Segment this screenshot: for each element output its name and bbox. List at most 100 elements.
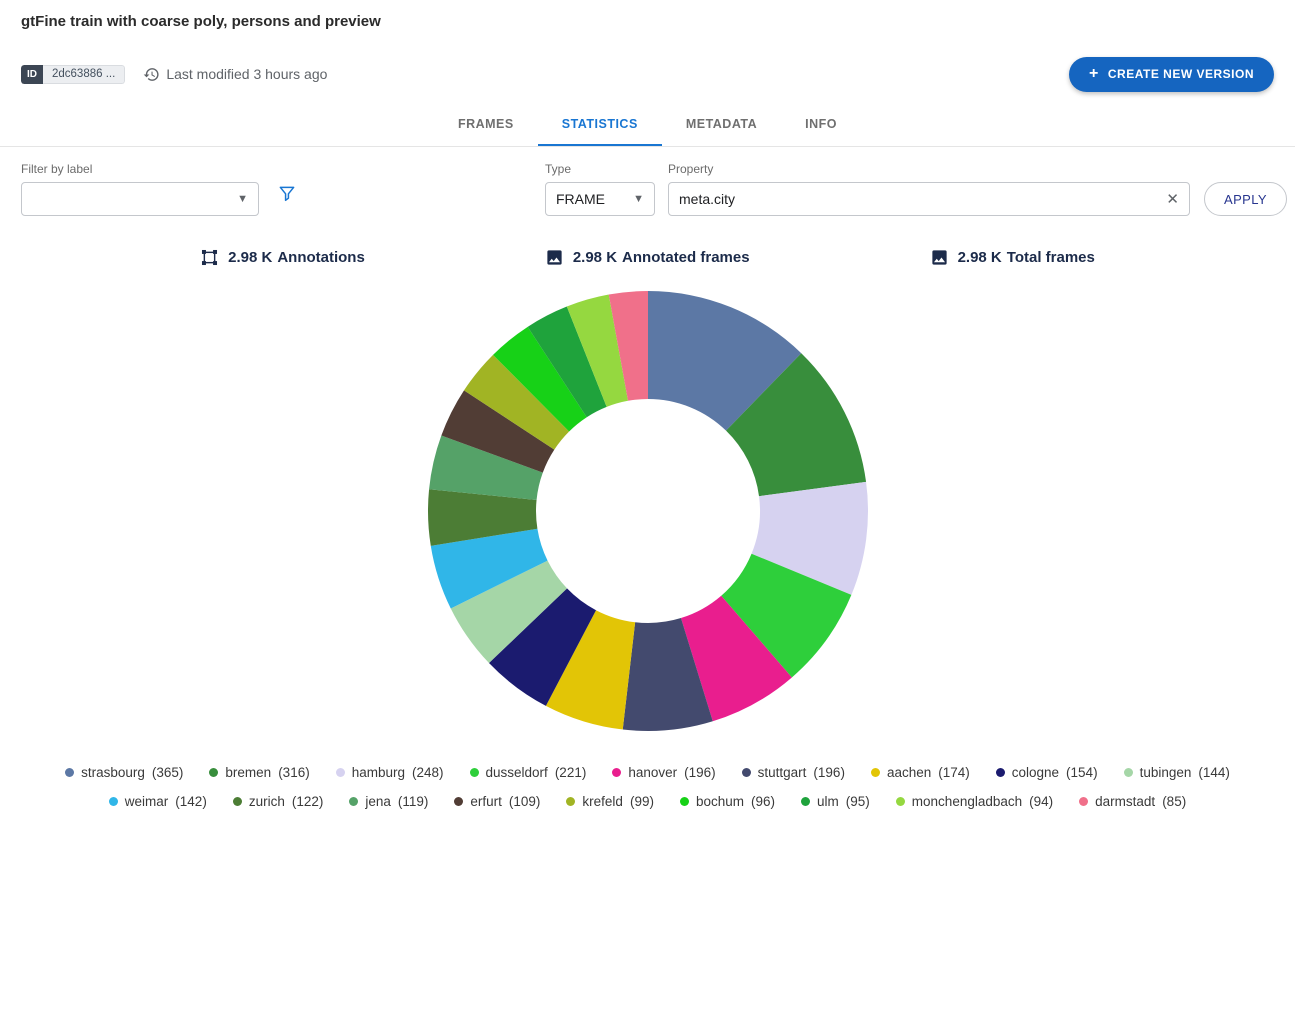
- type-caption: Type: [545, 162, 655, 176]
- filter-funnel-icon[interactable]: [277, 184, 297, 209]
- legend-label: cologne: [1012, 765, 1059, 780]
- create-new-version-label: CREATE NEW VERSION: [1108, 67, 1254, 81]
- filter-by-label-select[interactable]: ▼: [21, 182, 259, 216]
- legend-dot: [1124, 768, 1133, 777]
- legend-item-aachen[interactable]: aachen (174): [871, 765, 970, 780]
- id-value: 2dc63886 ...: [43, 65, 125, 84]
- legend-dot: [896, 797, 905, 806]
- tab-info[interactable]: INFO: [781, 102, 861, 146]
- legend-count: (365): [152, 765, 184, 780]
- legend-label: strasbourg: [81, 765, 145, 780]
- legend-label: tubingen: [1140, 765, 1192, 780]
- tabs-bar: FRAMES STATISTICS METADATA INFO: [0, 102, 1295, 147]
- legend-item-weimar[interactable]: weimar (142): [109, 794, 207, 809]
- legend-dot: [65, 768, 74, 777]
- legend-label: bochum: [696, 794, 744, 809]
- legend-item-ulm[interactable]: ulm(95): [801, 794, 870, 809]
- legend-dot: [801, 797, 810, 806]
- legend-row: strasbourg (365) bremen (316) hamburg(248) du…: [65, 765, 1230, 780]
- chart-area: [0, 285, 1295, 737]
- filter-row: Filter by label ▼ Type FRAME ▼ Property …: [0, 147, 1295, 216]
- legend-item-tubingen[interactable]: tubingen (144): [1124, 765, 1230, 780]
- legend-count: (316): [278, 765, 310, 780]
- legend-item-darmstadt[interactable]: darmstadt (85): [1079, 794, 1186, 809]
- stat-value: 2.98 K: [228, 249, 272, 266]
- property-value: meta.city: [679, 191, 735, 207]
- legend-label: hamburg: [352, 765, 405, 780]
- legend-item-erfurt[interactable]: erfurt (109): [454, 794, 540, 809]
- last-modified: Last modified 3 hours ago: [143, 66, 327, 83]
- legend-item-zurich[interactable]: zurich (122): [233, 794, 324, 809]
- legend-count: (154): [1066, 765, 1098, 780]
- legend-dot: [871, 768, 880, 777]
- create-new-version-button[interactable]: + CREATE NEW VERSION: [1069, 57, 1274, 92]
- legend-count: (174): [938, 765, 970, 780]
- tab-frames[interactable]: FRAMES: [434, 102, 538, 146]
- legend-count: (119): [398, 794, 429, 809]
- legend-item-stuttgart[interactable]: stuttgart(196): [742, 765, 845, 780]
- apply-button[interactable]: APPLY: [1204, 182, 1287, 216]
- legend-label: aachen: [887, 765, 931, 780]
- last-modified-text: Last modified 3 hours ago: [166, 66, 327, 82]
- stat-label: Annotated frames: [622, 249, 750, 266]
- legend-item-monchengladbach[interactable]: monchengladbach(94): [896, 794, 1053, 809]
- legend-count: (85): [1162, 794, 1186, 809]
- legend-item-bochum[interactable]: bochum (96): [680, 794, 775, 809]
- legend-dot: [336, 768, 345, 777]
- type-select[interactable]: FRAME ▼: [545, 182, 655, 216]
- tab-metadata[interactable]: METADATA: [662, 102, 781, 146]
- legend-item-hamburg[interactable]: hamburg(248): [336, 765, 444, 780]
- history-icon: [143, 66, 160, 83]
- legend-count: (122): [292, 794, 324, 809]
- legend-label: bremen: [225, 765, 271, 780]
- annotations-icon: [200, 248, 219, 267]
- legend-item-jena[interactable]: jena (119): [349, 794, 428, 809]
- legend-item-bremen[interactable]: bremen (316): [209, 765, 309, 780]
- legend-dot: [612, 768, 621, 777]
- stat-label: Annotations: [277, 249, 365, 266]
- tab-statistics[interactable]: STATISTICS: [538, 102, 662, 146]
- legend-item-cologne[interactable]: cologne (154): [996, 765, 1098, 780]
- stat-value: 2.98 K: [958, 249, 1002, 266]
- legend-label: weimar: [125, 794, 169, 809]
- chart-legend: strasbourg (365) bremen (316) hamburg(248) du…: [0, 765, 1295, 809]
- legend-label: jena: [365, 794, 391, 809]
- legend-dot: [349, 797, 358, 806]
- legend-label: krefeld: [582, 794, 623, 809]
- legend-count: (109): [509, 794, 541, 809]
- legend-count: (142): [175, 794, 207, 809]
- legend-count: (144): [1198, 765, 1230, 780]
- legend-count: (221): [555, 765, 587, 780]
- legend-row: weimar (142) zurich (122) jena (119) erfurt (10…: [109, 794, 1186, 809]
- stat-label: Total frames: [1007, 249, 1095, 266]
- page-header: gtFine train with coarse poly, persons a…: [0, 0, 1295, 30]
- legend-item-strasbourg[interactable]: strasbourg (365): [65, 765, 183, 780]
- legend-dot: [566, 797, 575, 806]
- filter-by-label-field: Filter by label ▼: [21, 162, 259, 216]
- property-input[interactable]: meta.city ✕: [668, 182, 1190, 216]
- legend-dot: [996, 768, 1005, 777]
- legend-label: hanover: [628, 765, 677, 780]
- legend-dot: [470, 768, 479, 777]
- filter-by-label-caption: Filter by label: [21, 162, 259, 176]
- donut-chart: [422, 285, 874, 737]
- property-caption: Property: [668, 162, 1190, 176]
- legend-item-hanover[interactable]: hanover(196): [612, 765, 715, 780]
- legend-label: darmstadt: [1095, 794, 1155, 809]
- chevron-down-icon: ▼: [237, 193, 248, 205]
- legend-dot: [454, 797, 463, 806]
- legend-count: (96): [751, 794, 775, 809]
- legend-count: (95): [846, 794, 870, 809]
- legend-item-dusseldorf[interactable]: dusseldorf(221): [470, 765, 587, 780]
- legend-item-krefeld[interactable]: krefeld(99): [566, 794, 654, 809]
- legend-dot: [233, 797, 242, 806]
- dataset-id-chip[interactable]: ID 2dc63886 ...: [21, 65, 125, 84]
- legend-label: zurich: [249, 794, 285, 809]
- legend-label: stuttgart: [758, 765, 807, 780]
- clear-x-icon[interactable]: ✕: [1166, 192, 1179, 207]
- legend-dot: [680, 797, 689, 806]
- stats-row: 2.98 K Annotations 2.98 K Annotated frames 2…: [0, 248, 1295, 267]
- page-title: gtFine train with coarse poly, persons a…: [21, 13, 1274, 30]
- stat-annotations: 2.98 K Annotations: [200, 248, 365, 267]
- legend-label: erfurt: [470, 794, 502, 809]
